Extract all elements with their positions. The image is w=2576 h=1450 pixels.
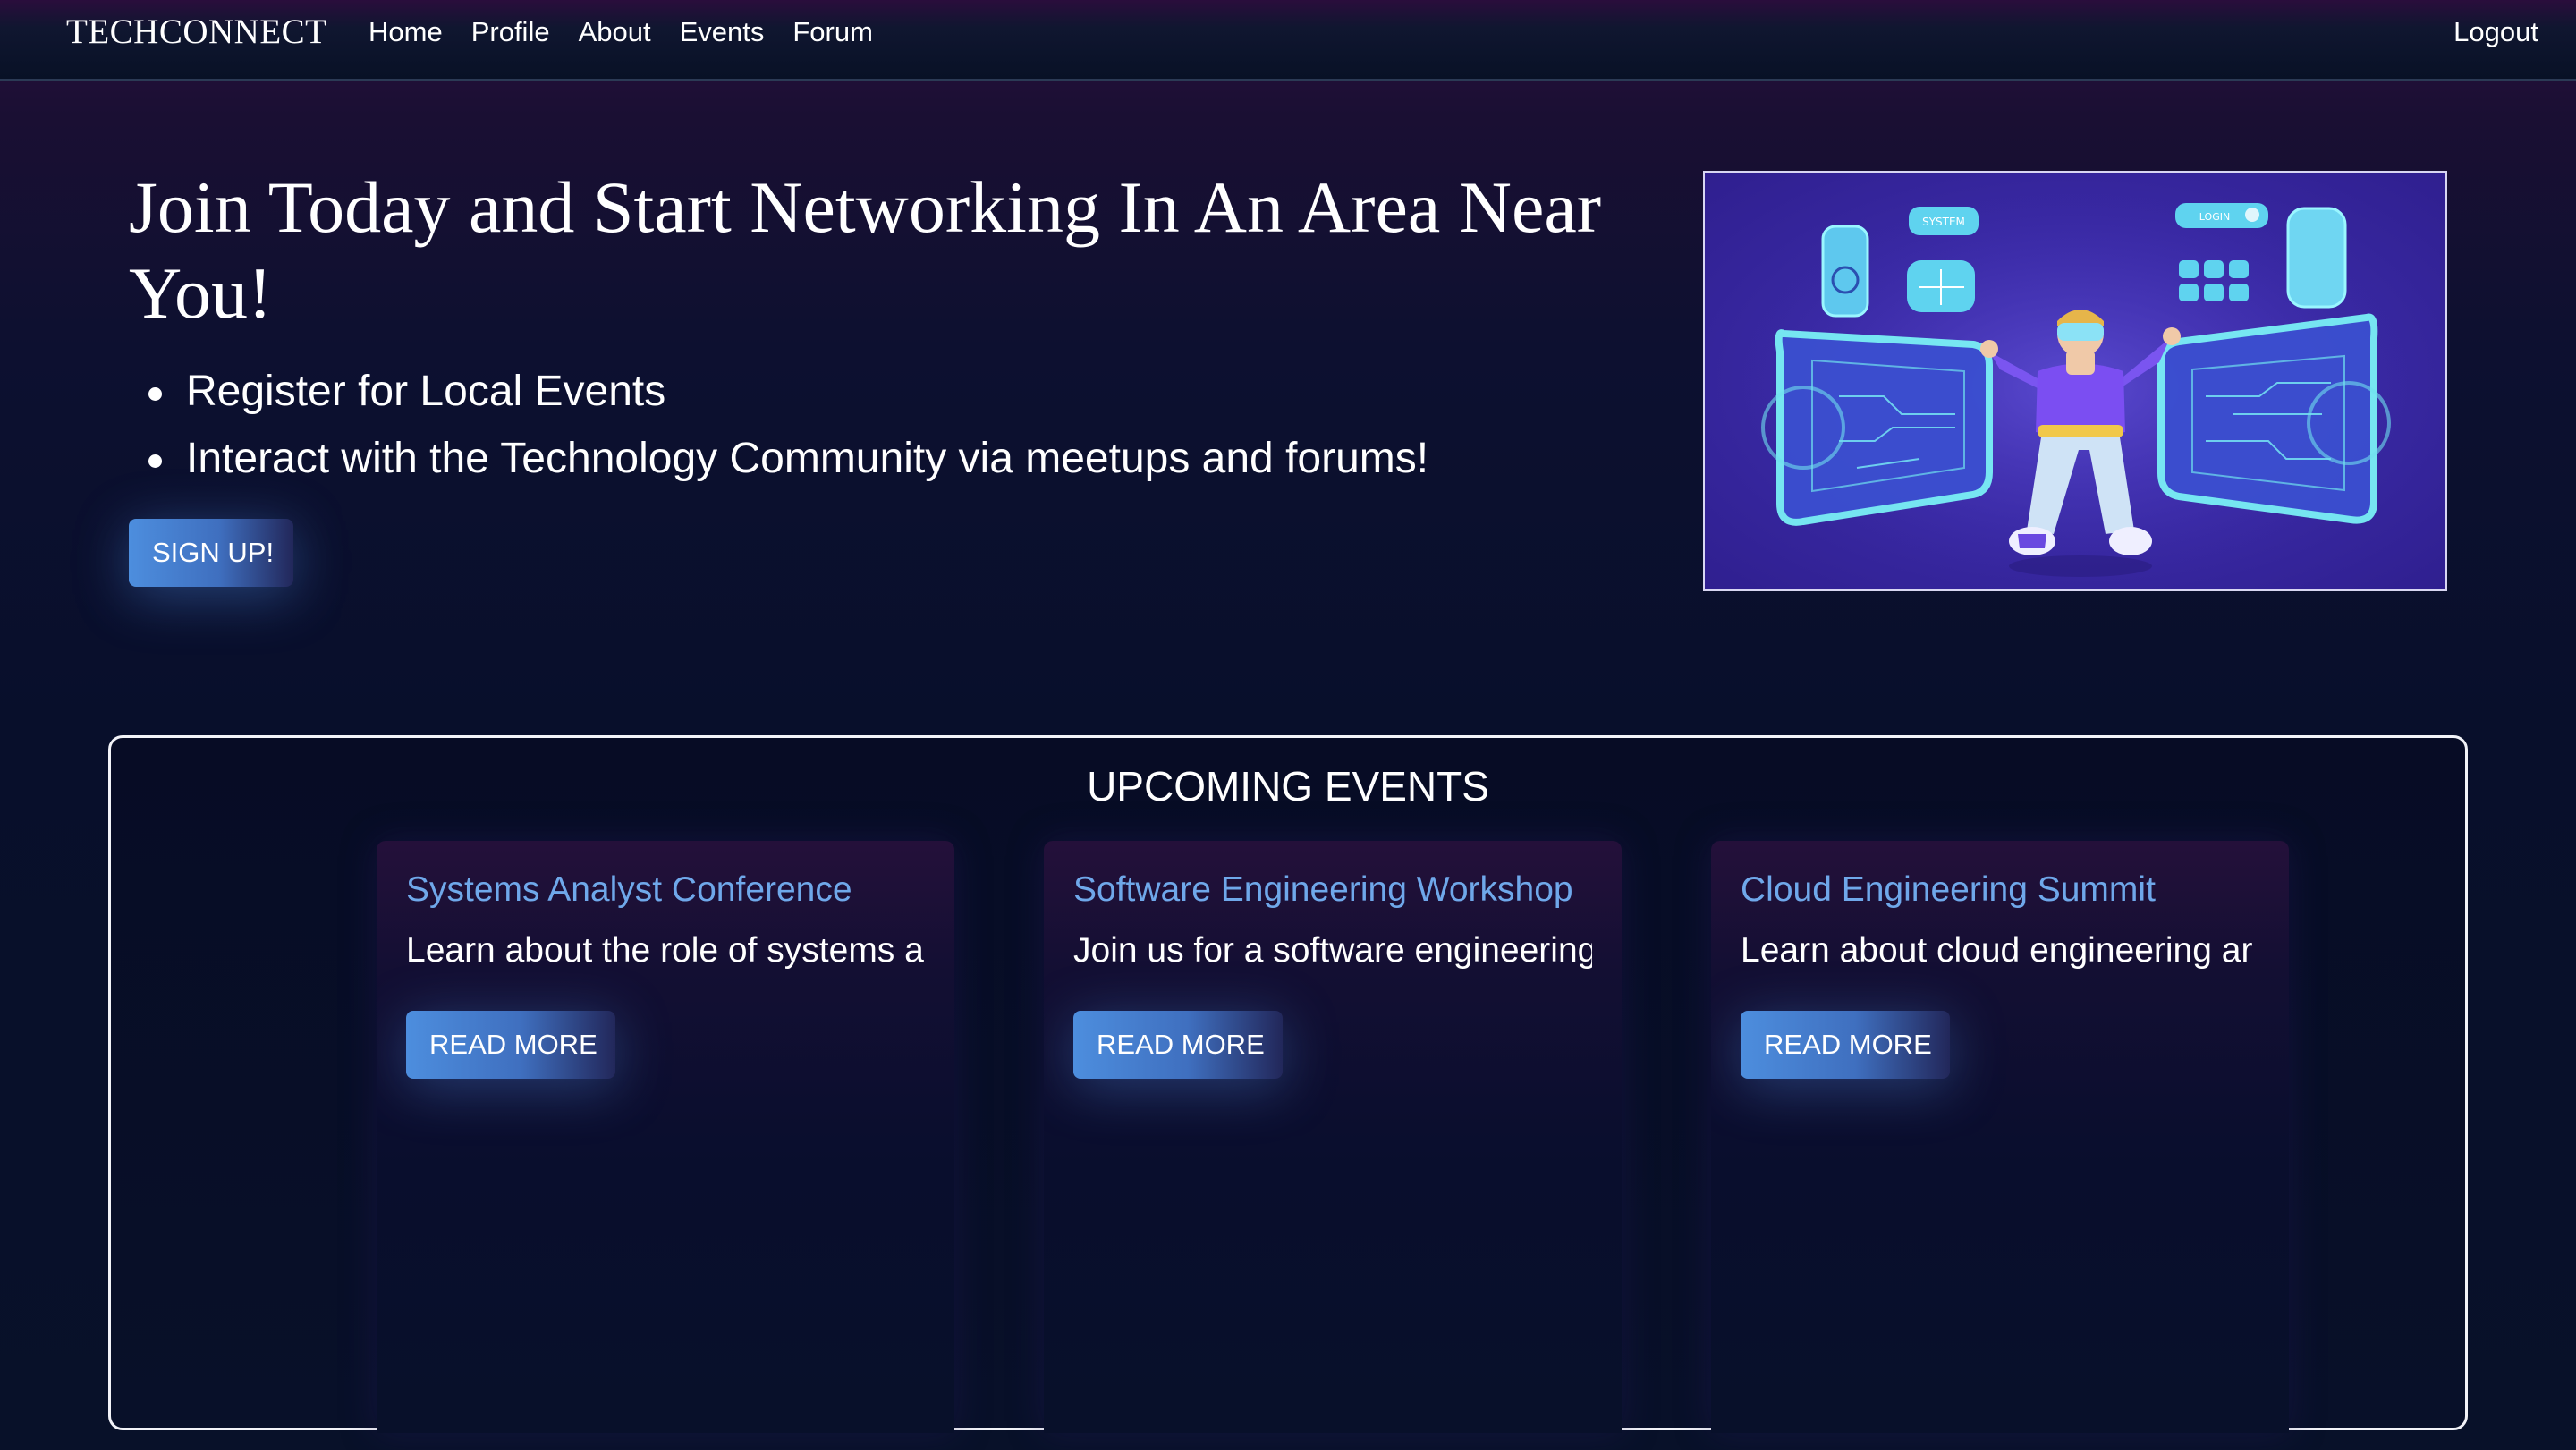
event-card: Cloud Engineering Summit Learn about clo… bbox=[1711, 841, 2289, 1433]
event-card: Software Engineering Workshop Join us fo… bbox=[1044, 841, 1622, 1433]
nav-link-home[interactable]: Home bbox=[369, 14, 443, 50]
event-card-title[interactable]: Systems Analyst Conference bbox=[406, 868, 852, 912]
events-heading: UPCOMING EVENTS bbox=[1087, 763, 1489, 810]
nav-links: Home Profile About Events Forum bbox=[369, 14, 902, 50]
event-card-title[interactable]: Cloud Engineering Summit bbox=[1741, 868, 2156, 912]
upcoming-events-section: UPCOMING EVENTS Systems Analyst Conferen… bbox=[108, 735, 2468, 1433]
read-more-button[interactable]: READ MORE bbox=[406, 1011, 615, 1079]
nav-link-profile[interactable]: Profile bbox=[471, 14, 550, 50]
hero-feature-list: Register for Local Events Interact with … bbox=[129, 358, 1428, 492]
svg-text:SYSTEM: SYSTEM bbox=[1922, 216, 1965, 228]
nav-link-about[interactable]: About bbox=[579, 14, 651, 50]
hero-bullet-register: Register for Local Events bbox=[129, 358, 1428, 425]
event-card-description: Join us for a software engineering bbox=[1073, 931, 1592, 970]
hero-title: Join Today and Start Networking In An Ar… bbox=[129, 166, 1602, 334]
vr-user-illustration-icon: SYSTEM LOGIN bbox=[1735, 191, 2415, 584]
logout-link[interactable]: Logout bbox=[2453, 14, 2538, 50]
nav-link-forum[interactable]: Forum bbox=[792, 14, 873, 50]
read-more-button[interactable]: READ MORE bbox=[1741, 1011, 1950, 1079]
read-more-button[interactable]: READ MORE bbox=[1073, 1011, 1283, 1079]
signup-button[interactable]: SIGN UP! bbox=[129, 519, 293, 587]
hero-illustration: SYSTEM LOGIN bbox=[1703, 171, 2447, 591]
svg-text:LOGIN: LOGIN bbox=[2199, 211, 2230, 223]
event-card-description: Learn about the role of systems a bbox=[406, 931, 924, 970]
navbar: TECHCONNECT Home Profile About Events Fo… bbox=[0, 0, 2576, 81]
event-card-description: Learn about cloud engineering ar bbox=[1741, 931, 2253, 970]
event-card: Systems Analyst Conference Learn about t… bbox=[377, 841, 954, 1433]
hero-bullet-interact: Interact with the Technology Community v… bbox=[129, 425, 1428, 492]
event-card-title[interactable]: Software Engineering Workshop bbox=[1073, 868, 1573, 912]
nav-link-events[interactable]: Events bbox=[680, 14, 765, 50]
brand-logo[interactable]: TECHCONNECT bbox=[66, 11, 327, 54]
